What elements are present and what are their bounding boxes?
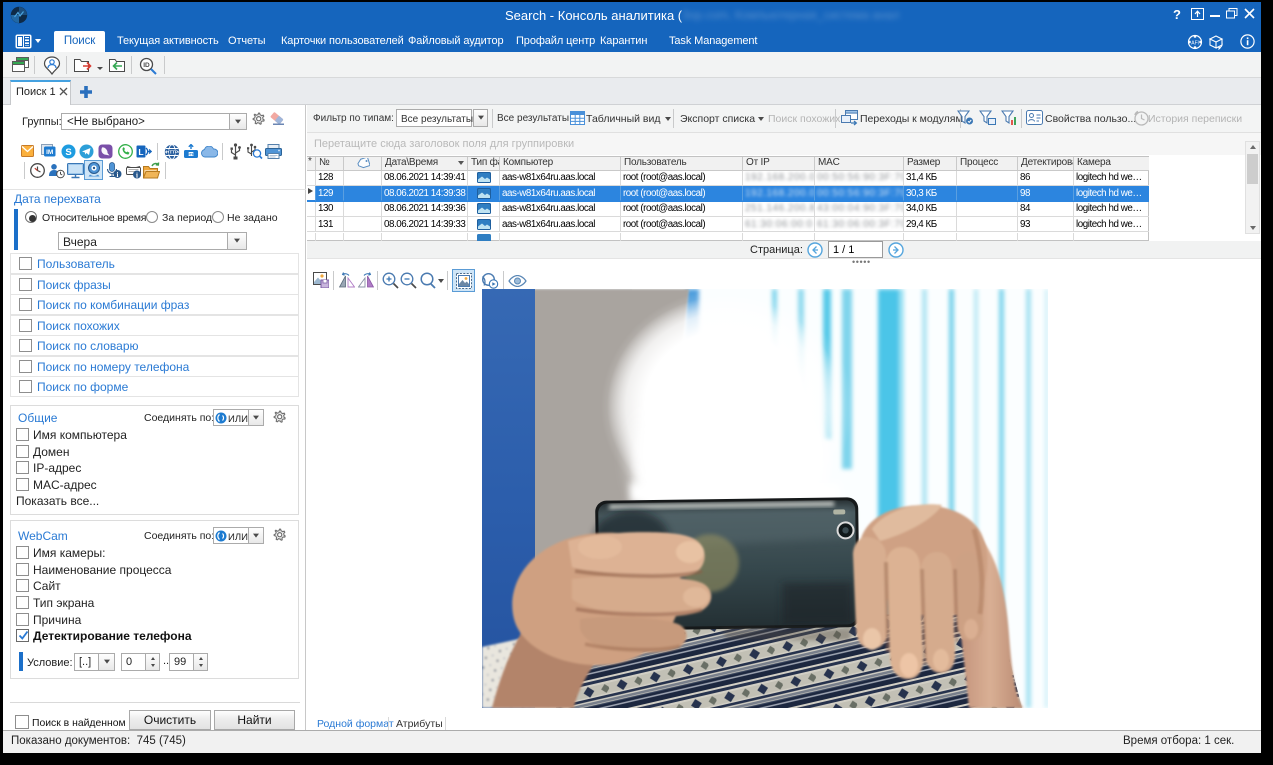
svg-text:HTTP: HTTP	[166, 150, 178, 155]
svg-text:IM: IM	[46, 149, 53, 156]
svg-text:S: S	[65, 147, 71, 158]
svg-text:ID: ID	[143, 62, 150, 69]
svg-text:L: L	[138, 147, 143, 157]
svg-text:FTP: FTP	[188, 152, 195, 156]
svg-text:i: i	[136, 171, 138, 179]
svg-text:AFl: AFl	[1191, 40, 1199, 46]
svg-text:i: i	[117, 171, 119, 179]
